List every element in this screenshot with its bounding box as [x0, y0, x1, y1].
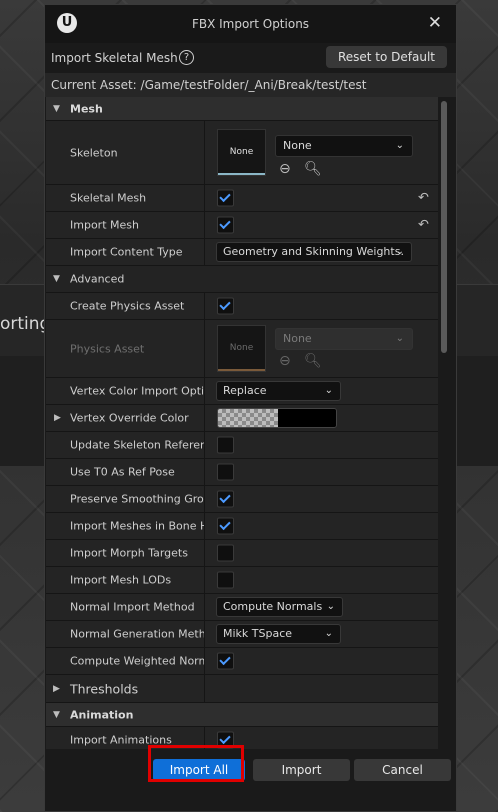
property-create-physics-asset: Create Physics Asset — [46, 293, 438, 320]
cancel-button[interactable]: Cancel — [354, 759, 451, 781]
dialog-titlebar: U FBX Import Options ✕ — [45, 5, 456, 43]
property-import-meshes-in-bone: Import Meshes in Bone Hierarchy — [46, 513, 438, 540]
chevron-down-icon: ⌄ — [324, 385, 333, 396]
vertex-override-color-swatch[interactable] — [217, 408, 337, 428]
section-animation[interactable]: ▼ Animation — [46, 703, 438, 727]
property-vertex-override-color: ▶ Vertex Override Color — [46, 405, 438, 432]
import-mesh-checkbox[interactable] — [217, 216, 234, 234]
property-import-mesh: Import Mesh ↶ — [46, 212, 438, 239]
details-panel: ▼ Mesh Skeleton None None ⌄ ⊖ 🔍︎ Skeleta… — [46, 97, 438, 749]
normal-generation-method-dropdown[interactable]: Mikk TSpace ⌄ — [216, 624, 341, 644]
skeletal-mesh-checkbox[interactable] — [217, 189, 234, 207]
help-icon[interactable]: ? — [179, 50, 194, 65]
preserve-smoothing-groups-checkbox[interactable] — [217, 490, 234, 508]
compute-weighted-normals-checkbox[interactable] — [217, 652, 234, 670]
property-vertex-color-import: Vertex Color Import Option Replace ⌄ — [46, 378, 438, 405]
expand-arrow-icon[interactable]: ▶ — [53, 684, 60, 694]
import-mesh-lods-checkbox[interactable] — [217, 571, 234, 589]
chevron-down-icon: ⌄ — [324, 628, 333, 639]
collapse-arrow-icon[interactable]: ▼ — [53, 710, 60, 720]
property-normal-generation-method: Normal Generation Method Mikk TSpace ⌄ — [46, 621, 438, 648]
details-scrollbar[interactable] — [441, 101, 447, 353]
collapse-arrow-icon[interactable]: ▼ — [53, 104, 60, 114]
collapse-arrow-icon[interactable]: ▼ — [53, 274, 60, 284]
property-physics-asset: Physics Asset None None ⌄ ⊖ 🔍︎ — [46, 320, 438, 378]
chevron-down-icon: ⌄ — [395, 333, 404, 344]
reset-property-icon[interactable]: ↶ — [418, 191, 429, 206]
close-icon[interactable]: ✕ — [428, 13, 442, 33]
property-import-content-type: Import Content Type Geometry and Skinnin… — [46, 239, 438, 266]
property-normal-import-method: Normal Import Method Compute Normals ⌄ — [46, 594, 438, 621]
reset-to-default-button[interactable]: Reset to Default — [326, 46, 447, 68]
chevron-down-icon: ⌄ — [395, 140, 404, 151]
property-skeletal-mesh: Skeletal Mesh ↶ — [46, 185, 438, 212]
subsection-thresholds[interactable]: ▶ Thresholds — [46, 675, 438, 703]
skeleton-thumbnail[interactable]: None — [217, 129, 266, 176]
expand-arrow-icon[interactable]: ▶ — [54, 413, 61, 423]
fbx-import-dialog: U FBX Import Options ✕ Import Skeletal M… — [44, 4, 457, 812]
vertex-color-import-dropdown[interactable]: Replace ⌄ — [216, 381, 341, 401]
import-type-label: Import Skeletal Mesh — [51, 51, 178, 65]
import-animations-checkbox[interactable] — [217, 731, 234, 749]
property-use-t0-ref-pose: Use T0 As Ref Pose — [46, 459, 438, 486]
dialog-title: FBX Import Options — [191, 17, 310, 31]
dialog-footer: Import All Import Cancel — [45, 749, 456, 811]
update-skeleton-reference-checkbox[interactable] — [217, 436, 234, 454]
use-selected-asset-icon[interactable]: ⊖ — [279, 161, 291, 177]
import-meshes-in-bone-checkbox[interactable] — [217, 517, 234, 535]
section-mesh[interactable]: ▼ Mesh — [46, 97, 438, 121]
chevron-down-icon: ⌄ — [395, 246, 404, 257]
property-preserve-smoothing-groups: Preserve Smoothing Groups — [46, 486, 438, 513]
current-asset-path: Current Asset: /Game/testFolder/_Ani/Bre… — [51, 78, 367, 92]
import-content-type-dropdown[interactable]: Geometry and Skinning Weights. ⌄ — [216, 242, 412, 262]
current-asset-row: Current Asset: /Game/testFolder/_Ani/Bre… — [45, 73, 456, 97]
browse-asset-icon: 🔍︎ — [304, 353, 322, 369]
property-update-skeleton-reference: Update Skeleton Reference Pose — [46, 432, 438, 459]
property-compute-weighted-normals: Compute Weighted Normals — [46, 648, 438, 675]
create-physics-asset-checkbox[interactable] — [217, 297, 234, 315]
physics-asset-picker: None ⌄ — [275, 328, 413, 350]
normal-import-method-dropdown[interactable]: Compute Normals ⌄ — [216, 597, 343, 617]
import-header: Import Skeletal Mesh ? Reset to Default — [45, 43, 456, 73]
chevron-down-icon: ⌄ — [326, 601, 335, 612]
reset-property-icon[interactable]: ↶ — [418, 218, 429, 233]
property-skeleton: Skeleton None None ⌄ ⊖ 🔍︎ — [46, 121, 438, 185]
import-morph-targets-checkbox[interactable] — [217, 544, 234, 562]
use-t0-ref-pose-checkbox[interactable] — [217, 463, 234, 481]
property-import-animations: Import Animations — [46, 727, 438, 749]
background-text: orting — [0, 314, 51, 334]
browse-asset-icon[interactable]: 🔍︎ — [304, 161, 322, 177]
physics-asset-thumbnail: None — [217, 325, 266, 372]
skeleton-asset-picker[interactable]: None ⌄ — [275, 135, 413, 157]
import-button[interactable]: Import — [253, 759, 350, 781]
subsection-advanced[interactable]: ▼ Advanced — [46, 266, 438, 293]
use-selected-asset-icon: ⊖ — [279, 353, 291, 369]
property-import-mesh-lods: Import Mesh LODs — [46, 567, 438, 594]
property-import-morph-targets: Import Morph Targets — [46, 540, 438, 567]
import-all-button[interactable]: Import All — [153, 759, 245, 781]
